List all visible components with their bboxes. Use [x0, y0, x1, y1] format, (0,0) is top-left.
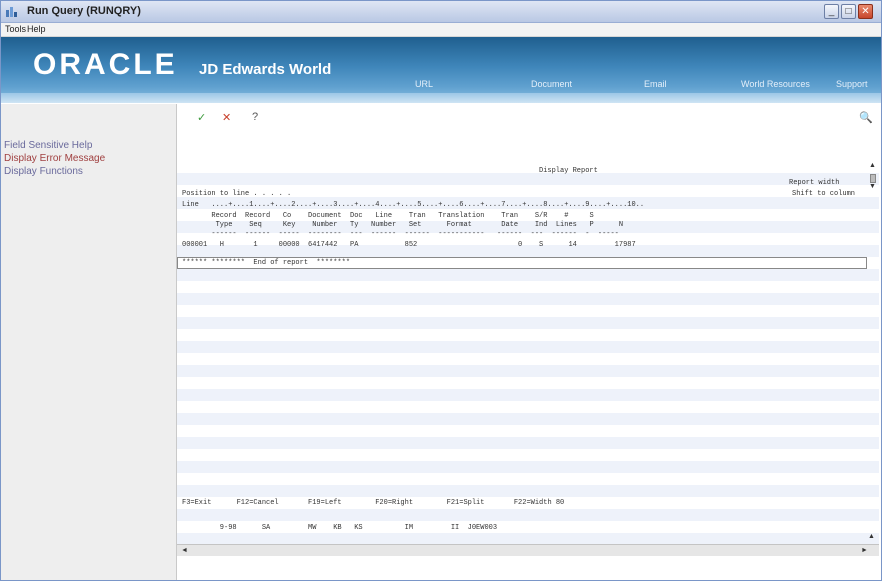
product-name: JD Edwards World	[199, 61, 332, 78]
maximize-button[interactable]: □	[841, 4, 856, 19]
page-up-arrow-icon[interactable]: ▲	[868, 533, 875, 540]
menu-tools[interactable]: Tools	[5, 24, 26, 34]
banner-link-world-resources[interactable]: World Resources	[741, 79, 810, 89]
report-width-label: Report width	[789, 179, 840, 187]
window-title: Run Query (RUNQRY)	[27, 5, 141, 17]
sidebar: Field Sensitive Help Display Error Messa…	[1, 104, 177, 580]
ok-check-icon[interactable]: ✓	[197, 111, 206, 124]
banner-link-email[interactable]: Email	[644, 79, 667, 89]
position-to-line-label[interactable]: Position to line . . . . .	[182, 190, 291, 198]
sidebar-item-field-sensitive-help[interactable]: Field Sensitive Help	[4, 140, 92, 151]
scroll-thumb[interactable]	[870, 174, 876, 183]
scroll-down-arrow-icon[interactable]: ▼	[869, 183, 876, 190]
cancel-x-icon[interactable]: ✕	[222, 111, 231, 124]
minimize-button[interactable]: _	[824, 4, 839, 19]
banner-strip	[1, 93, 881, 103]
app-window: Run Query (RUNQRY) _ □ ✕ Tools Help ↶ OR…	[0, 0, 882, 581]
sidebar-item-display-error-message[interactable]: Display Error Message	[4, 153, 105, 164]
banner-link-support[interactable]: Support	[836, 79, 868, 89]
banner-link-url[interactable]: URL	[415, 79, 433, 89]
search-icon[interactable]: 🔍	[859, 111, 873, 124]
scroll-right-arrow-icon[interactable]: ►	[861, 547, 868, 554]
status-line: 9-98 SA MW KB KS IM II J0EW003	[182, 524, 498, 532]
header-underline: ------ ------ ----- -------- --- ------ …	[182, 230, 619, 238]
shift-to-column-label[interactable]: Shift to column	[792, 190, 855, 198]
function-keys-line: F3=Exit F12=Cancel F19=Left F20=Right F2…	[182, 499, 565, 507]
header-row-2: Type Seq Key Number Ty Number Set Format…	[182, 221, 624, 229]
end-of-report-text: ****** ******** End of report ********	[182, 259, 351, 267]
header-row-1: Record Record Co Document Doc Line Tran …	[182, 212, 594, 220]
menu-help[interactable]: Help	[27, 24, 46, 34]
horizontal-scrollbar[interactable]: ◄ ►	[177, 544, 879, 556]
table-row[interactable]: 000001 H 1 00000 6417442 PA 852 0 S 14 1…	[182, 241, 636, 249]
sidebar-item-display-functions[interactable]: Display Functions	[4, 166, 83, 177]
help-question-icon[interactable]: ?	[252, 111, 258, 123]
report-vertical-scrollbar[interactable]: ▲ ▼	[868, 162, 878, 258]
column-ruler: Line ....+....1....+....2....+....3....+…	[182, 201, 645, 209]
title-bar: Run Query (RUNQRY) _ □ ✕	[1, 1, 881, 23]
menu-bar: Tools Help ↶	[1, 23, 881, 60]
banner-link-document[interactable]: Document	[531, 79, 572, 89]
close-button[interactable]: ✕	[858, 4, 873, 19]
report-title: Display Report	[539, 167, 598, 175]
app-icon	[6, 7, 17, 17]
scroll-up-arrow-icon[interactable]: ▲	[869, 162, 876, 169]
scroll-left-arrow-icon[interactable]: ◄	[181, 547, 188, 554]
oracle-logo: ORACLE	[33, 48, 178, 81]
